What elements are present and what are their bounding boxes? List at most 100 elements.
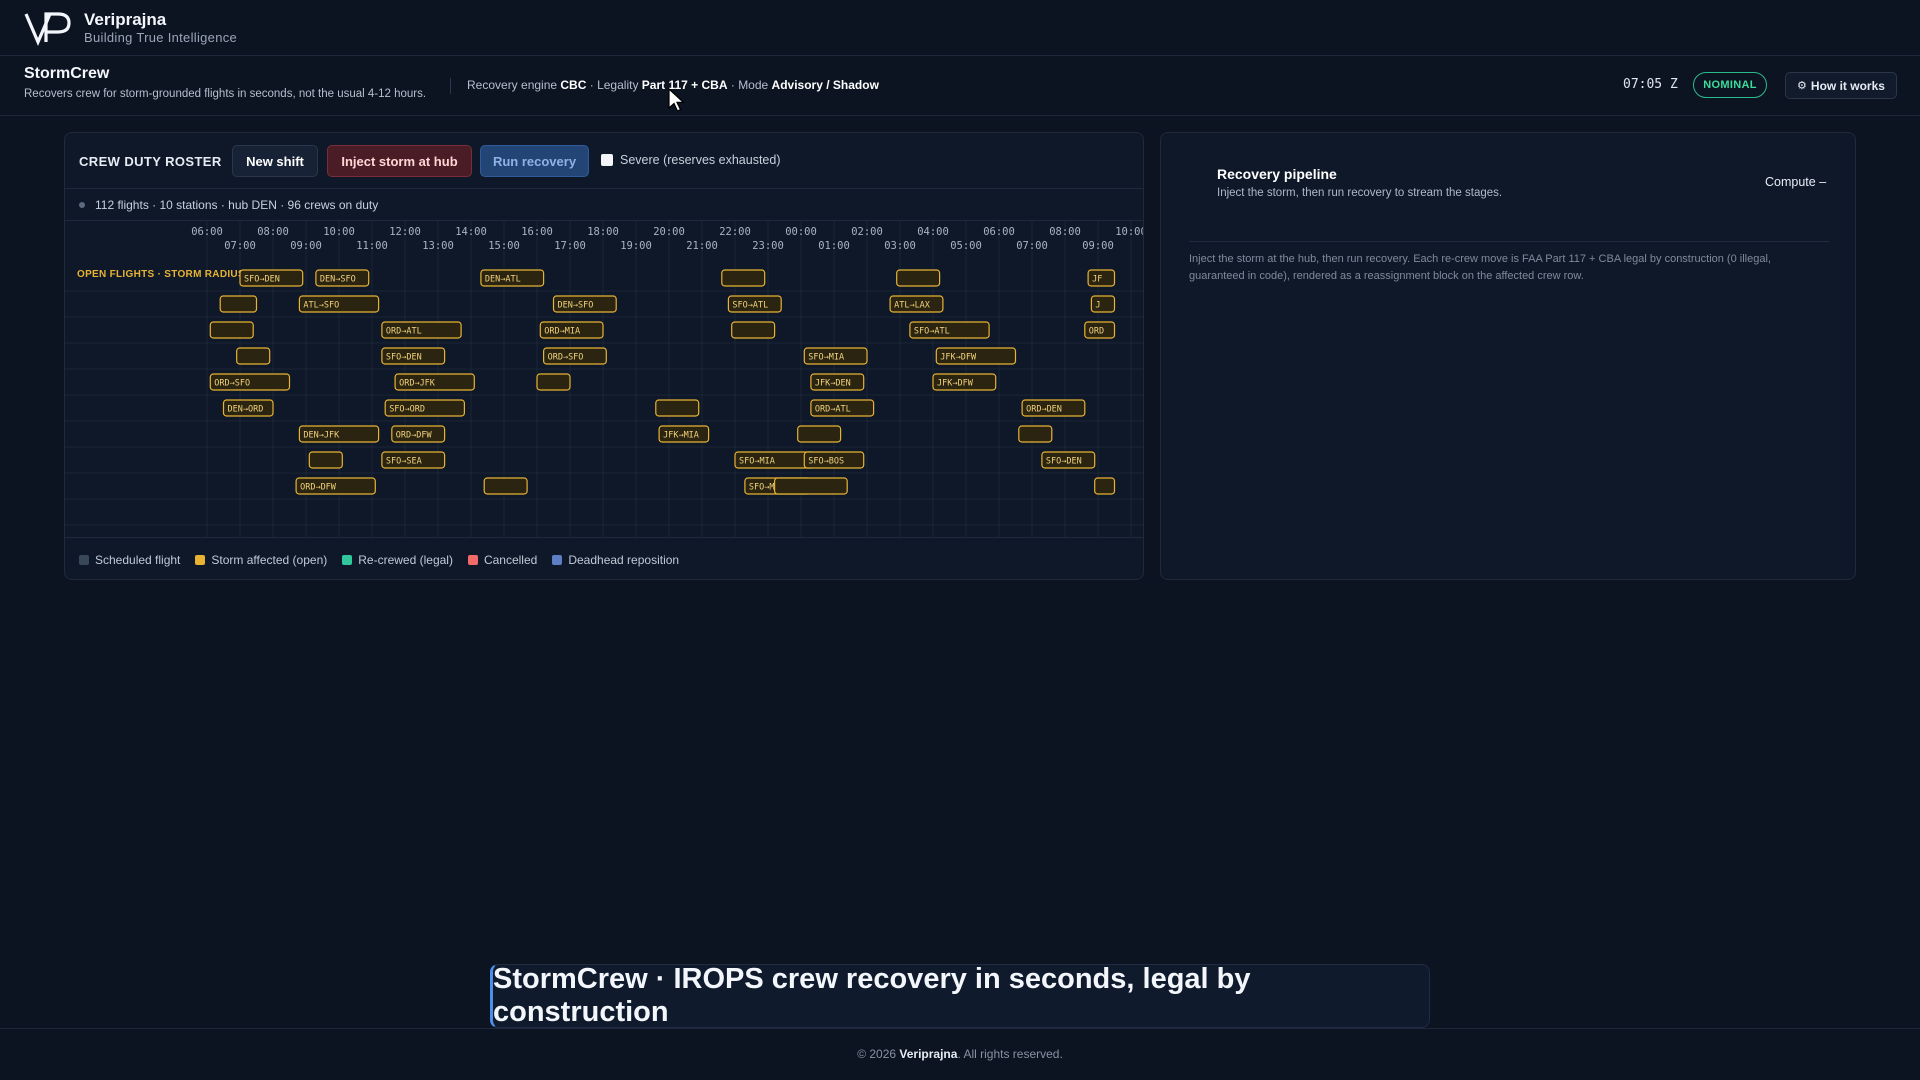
time-tick-label: 02:00	[851, 226, 883, 238]
time-tick-label: 00:00	[785, 226, 817, 238]
legend-label: Cancelled	[483, 552, 538, 567]
how-it-works-button[interactable]: ⚙ How it works	[1785, 72, 1897, 99]
time-tick-label: 03:00	[884, 240, 916, 252]
flight-label: ORD→SFO	[548, 353, 584, 363]
legend-item: Storm affected (open)	[195, 553, 327, 567]
flight-block	[308, 451, 343, 469]
mode-value: Advisory / Shadow	[771, 78, 879, 92]
roster-info-bar: 112 flights · 10 stations · hub DEN · 96…	[65, 189, 1143, 221]
legend-item: Scheduled flight	[79, 553, 180, 567]
time-tick-label: 05:00	[950, 240, 982, 252]
how-it-works-label: How it works	[1810, 78, 1885, 93]
flight-label: ORD→DFW	[396, 431, 433, 441]
time-tick-label: 16:00	[521, 226, 553, 238]
time-tick-label: 08:00	[1049, 226, 1081, 238]
legend-swatch	[79, 554, 89, 565]
flight-block	[219, 295, 258, 313]
brand-bar: Veriprajna Building True Intelligence	[0, 0, 1920, 56]
severe-label: Severe (reserves exhausted)	[620, 153, 781, 167]
legend-label: Re-crewed (legal)	[358, 552, 453, 567]
flight-label: JFK→DFW	[940, 353, 977, 363]
new-shift-button[interactable]: New shift	[232, 145, 318, 177]
flight-block	[483, 477, 528, 495]
compute-toggle[interactable]: Compute –	[1765, 175, 1826, 189]
time-tick-label: 21:00	[686, 240, 718, 252]
pipeline-subtitle: Inject the storm, then run recovery to s…	[1217, 187, 1503, 199]
severe-toggle[interactable]: Severe (reserves exhausted)	[601, 153, 781, 167]
flight-block	[209, 321, 254, 339]
flight-label: DEN→ATL	[485, 275, 521, 285]
time-tick-label: 10:00	[323, 226, 355, 238]
legend-item: Deadhead reposition	[552, 553, 679, 567]
crew-gantt-chart: 06:00 08:00 10:00 12:00 14:00 16:00 18:00 20:00…	[65, 221, 1144, 537]
severe-checkbox[interactable]	[601, 154, 613, 166]
time-tick-label: 15:00	[488, 240, 520, 252]
flight-label: J	[1095, 301, 1100, 311]
flight-block	[236, 347, 271, 365]
engine-value: CBC	[560, 78, 587, 92]
flight-label: SFO→ORD	[389, 405, 425, 415]
flight-label: ORD→DFW	[300, 483, 337, 493]
engine-label: Recovery engine	[467, 78, 561, 92]
roster-title: CREW DUTY ROSTER	[79, 154, 222, 169]
roster-toolbar: CREW DUTY ROSTER New shift Inject storm …	[65, 133, 1143, 189]
flight-label: JFK→MIA	[663, 431, 699, 441]
legend-swatch	[342, 554, 353, 565]
flight-label: DEN→SFO	[320, 275, 356, 285]
gear-icon: ⚙	[1797, 80, 1807, 92]
meta-separator: ·	[589, 78, 598, 92]
time-tick-label: 22:00	[719, 226, 751, 238]
flight-label: SFO→BOS	[808, 457, 844, 467]
flight-label: SFO→ATL	[914, 327, 950, 337]
brand-tagline: Building True Intelligence	[84, 29, 238, 45]
legend-label: Deadhead reposition	[568, 552, 680, 567]
recovery-pipeline-panel: Recovery pipeline Inject the storm, then…	[1160, 132, 1856, 580]
flight-block	[1094, 477, 1116, 495]
flight-block	[731, 321, 776, 339]
flight-label: DEN→SFO	[558, 301, 594, 311]
legend-item: Cancelled	[467, 552, 538, 567]
time-tick-label: 23:00	[752, 240, 784, 252]
time-tick-label: 14:00	[455, 226, 487, 238]
legend-swatch	[552, 554, 563, 565]
mouse-cursor-icon	[668, 88, 686, 112]
time-tick-label: 01:00	[818, 240, 850, 252]
header-divider	[450, 78, 451, 94]
time-tick-label: 06:00	[191, 226, 223, 238]
flight-label: ORD→ATL	[815, 405, 851, 415]
brand-text: Veriprajna Building True Intelligence	[84, 10, 237, 46]
roster-summary: 112 flights · 10 stations · hub DEN · 96…	[95, 198, 379, 212]
app-header: StormCrew Recovers crew for storm-ground…	[0, 56, 1920, 116]
brand-name: Veriprajna	[84, 9, 167, 29]
flight-label: DEN→JFK	[303, 431, 340, 441]
crew-duty-roster-panel: CREW DUTY ROSTER New shift Inject storm …	[64, 132, 1144, 580]
flight-label: JFK→DEN	[815, 379, 851, 389]
inject-storm-button[interactable]: Inject storm at hub	[327, 145, 472, 177]
page-footer: © 2026 Veriprajna. All rights reserved.	[0, 1028, 1920, 1080]
time-tick-label: 17:00	[554, 240, 586, 252]
time-tick-label: 06:00	[983, 226, 1015, 238]
flight-label: SFO→DEN	[386, 353, 422, 363]
flight-block	[655, 399, 700, 417]
footer-company: Veriprajna	[899, 1047, 958, 1061]
flight-label: SFO→ATL	[732, 301, 768, 311]
open-flights-label: OPEN FLIGHTS · STORM RADIUS (53)	[77, 269, 267, 280]
caption-banner: StormCrew · IROPS crew recovery in secon…	[490, 963, 1430, 1028]
flight-block	[1018, 425, 1053, 443]
time-tick-label: 20:00	[653, 226, 685, 238]
run-recovery-button[interactable]: Run recovery	[480, 145, 589, 177]
time-tick-label: 10:00	[1115, 226, 1144, 238]
veriprajna-logo-icon	[24, 11, 71, 46]
flight-block	[721, 269, 766, 287]
flight-block	[536, 373, 571, 391]
utc-clock: 07:05 Z	[1623, 77, 1678, 92]
app-subtitle: Recovers crew for storm-grounded flights…	[24, 88, 427, 100]
flight-label: SFO→MIA	[739, 457, 775, 467]
pipeline-description: Inject the storm at the hub, then run re…	[1189, 253, 1771, 282]
legend-label: Storm affected (open)	[211, 552, 328, 567]
flight-block	[773, 477, 848, 495]
flight-label: ATL→SFO	[303, 301, 339, 311]
time-tick-label: 09:00	[1082, 240, 1114, 252]
flight-label: ORD	[1089, 327, 1104, 337]
time-tick-label: 11:00	[356, 240, 388, 252]
